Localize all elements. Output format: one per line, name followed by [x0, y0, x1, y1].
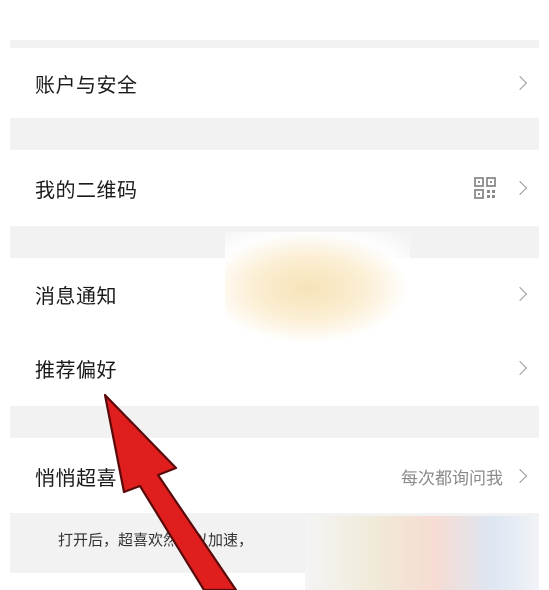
chevron-right-icon [512, 360, 528, 376]
settings-item-label: 账户与安全 [35, 72, 138, 97]
settings-item-secret-super-like[interactable]: 悄悄超喜 每次都询问我 [10, 438, 539, 514]
settings-item-value: 每次都询问我 [401, 468, 503, 489]
settings-item-label: 推荐偏好 [35, 357, 117, 382]
blurred-overlay [305, 516, 539, 590]
chevron-right-icon [512, 180, 528, 196]
settings-item-account-security[interactable]: 账户与安全 [10, 48, 539, 118]
settings-item-label: 悄悄超喜 [35, 465, 117, 490]
qr-code-icon [474, 177, 496, 199]
hint-text: 打开后，超喜欢然可以加速， [58, 531, 254, 549]
chevron-right-icon [512, 468, 528, 484]
chevron-right-icon [512, 286, 528, 302]
blurred-overlay [225, 232, 410, 344]
settings-item-label: 我的二维码 [35, 177, 138, 202]
settings-item-my-qr-code[interactable]: 我的二维码 [10, 150, 539, 226]
settings-top-cell [10, 0, 539, 40]
chevron-right-icon [512, 75, 528, 91]
settings-item-label: 消息通知 [35, 283, 117, 308]
